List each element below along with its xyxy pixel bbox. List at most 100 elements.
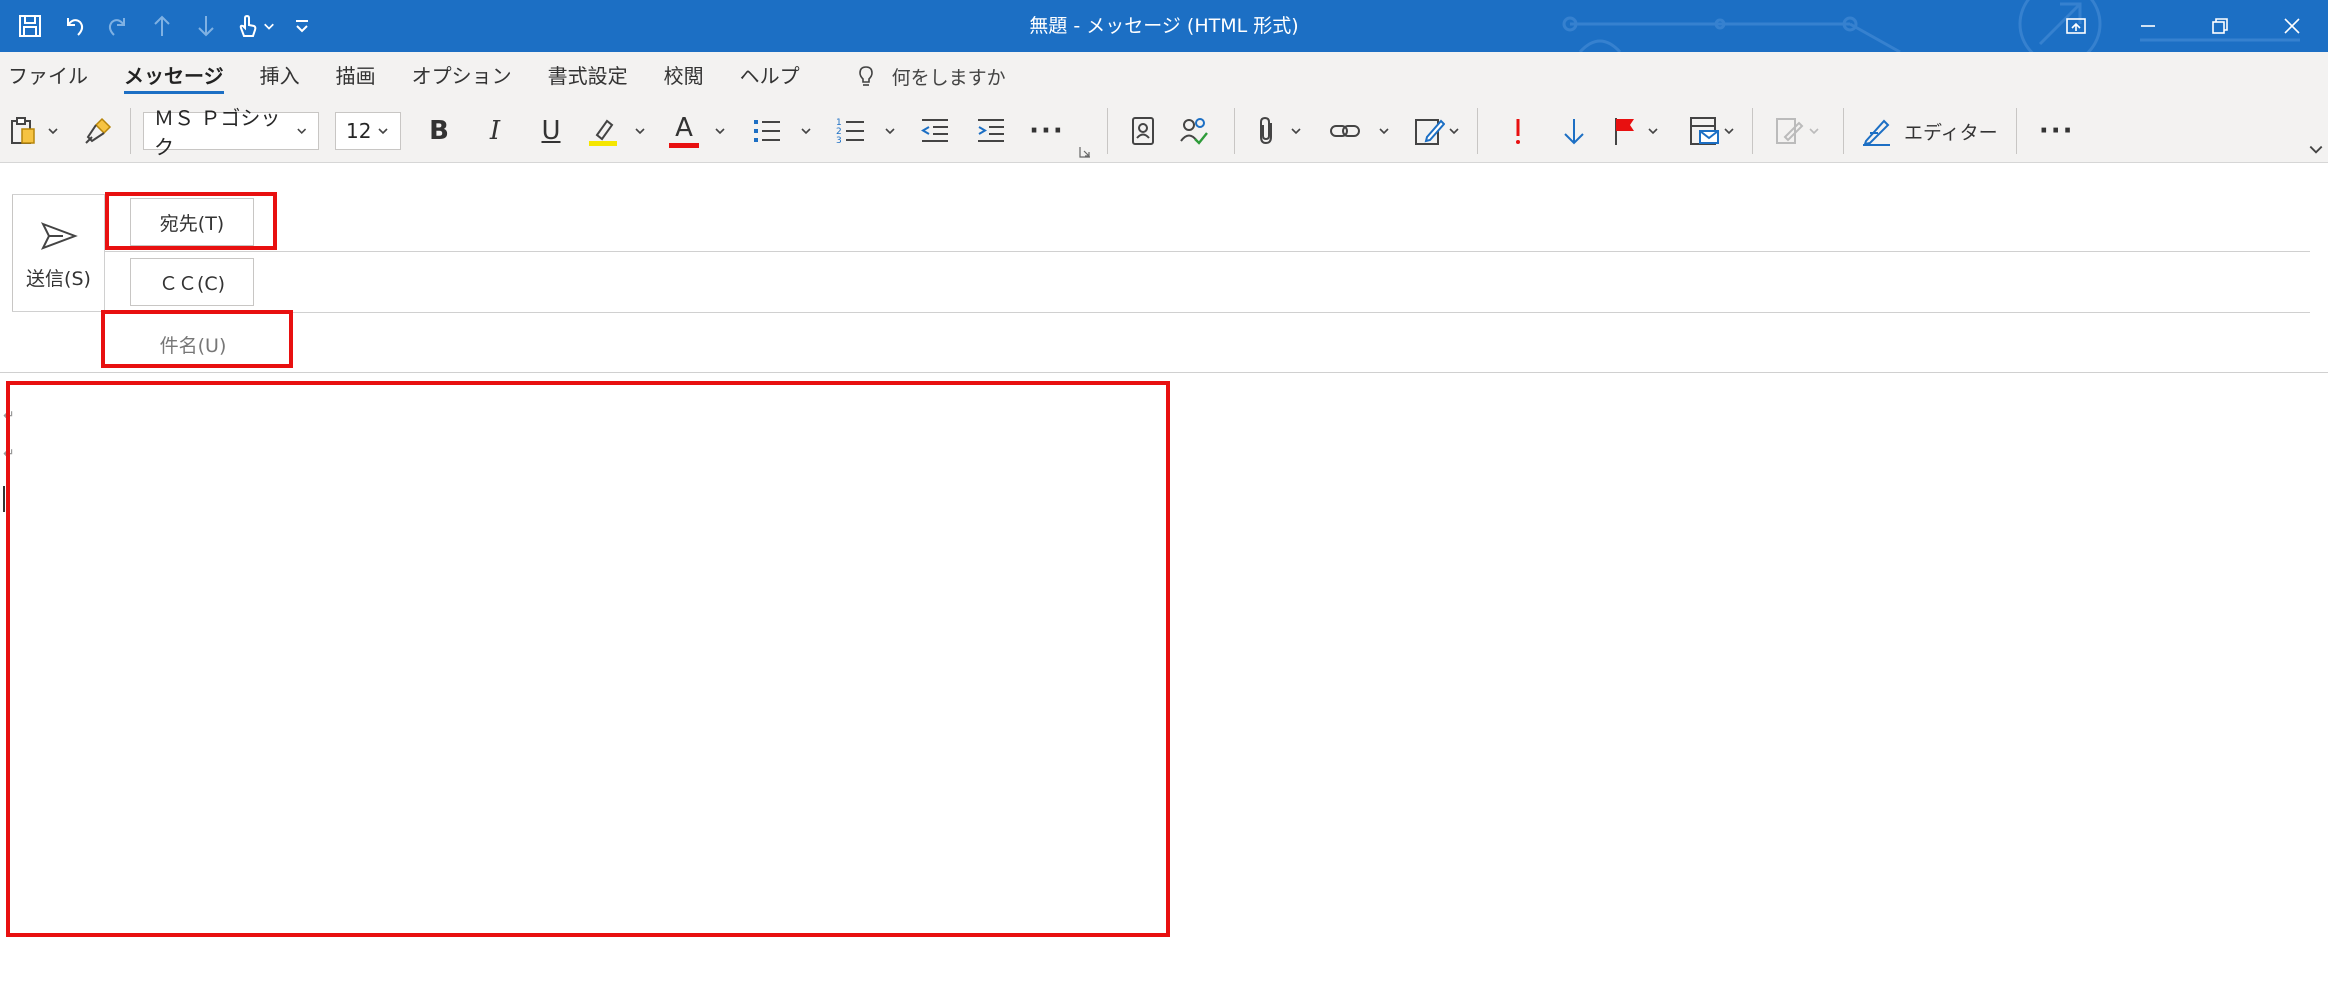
link-icon — [1330, 125, 1360, 137]
check-names-icon — [1180, 118, 1208, 145]
editor-pen-icon — [1863, 119, 1890, 146]
bold-button[interactable]: B — [411, 108, 467, 154]
tab-draw[interactable]: 描画 — [318, 52, 394, 100]
font-size-value: 12 — [346, 119, 372, 143]
font-color-button[interactable]: A — [669, 108, 727, 154]
numbered-list-icon: 123 — [836, 118, 864, 146]
highlighter-icon — [589, 119, 617, 146]
chevron-down-icon — [635, 128, 645, 135]
chevron-down-icon — [1379, 128, 1389, 135]
bold-label: B — [429, 116, 449, 146]
sensitivity-button[interactable] — [1773, 108, 1821, 154]
more-commands-button[interactable]: ··· — [2029, 108, 2085, 154]
minimize-icon[interactable] — [2112, 0, 2184, 52]
tab-message[interactable]: メッセージ — [106, 52, 242, 100]
ribbon-separator — [1477, 108, 1478, 154]
increase-indent-icon — [978, 119, 1004, 142]
tab-file[interactable]: ファイル — [0, 52, 106, 100]
font-size-dropdown[interactable]: 12 — [335, 112, 401, 150]
previous-item-icon[interactable] — [140, 0, 184, 52]
customize-qat-icon[interactable] — [280, 0, 324, 52]
ribbon-separator — [1843, 108, 1844, 154]
low-importance-button[interactable] — [1546, 108, 1602, 154]
font-color-swatch — [669, 142, 699, 148]
subject-highlight-box — [101, 310, 293, 368]
cc-button[interactable]: ＣＣ(C) — [130, 258, 254, 306]
to-highlight-box — [105, 192, 277, 250]
collapse-ribbon-icon[interactable] — [2308, 140, 2324, 160]
check-names-button[interactable] — [1166, 108, 1222, 154]
tab-format-text[interactable]: 書式設定 — [530, 52, 646, 100]
highlight-button[interactable] — [587, 108, 647, 154]
chevron-down-icon — [1291, 128, 1301, 135]
next-item-icon[interactable] — [184, 0, 228, 52]
sensitivity-icon — [1776, 118, 1804, 144]
link-button[interactable] — [1329, 108, 1391, 154]
template-icon — [1690, 117, 1719, 145]
send-label: 送信(S) — [26, 267, 91, 290]
bullet-list-icon — [754, 120, 780, 142]
bullets-button[interactable] — [751, 108, 813, 154]
chevron-down-icon — [48, 128, 58, 135]
send-button[interactable]: 送信(S) — [12, 194, 104, 312]
touch-mode-icon[interactable] — [228, 0, 280, 52]
ribbon-separator — [130, 108, 131, 154]
undo-icon[interactable] — [52, 0, 96, 52]
font-name-dropdown[interactable]: ＭＳ Ｐゴシック — [143, 106, 319, 159]
high-importance-button[interactable] — [1490, 108, 1546, 154]
address-book-icon — [1132, 117, 1154, 145]
more-formatting-label: ··· — [1029, 116, 1065, 146]
tell-me-search[interactable]: 何をしますか — [854, 63, 1006, 90]
chevron-down-icon — [378, 128, 388, 135]
font-name-value: ＭＳ Ｐゴシック — [154, 106, 281, 159]
chevron-down-icon — [885, 128, 895, 135]
ribbon-separator — [1752, 108, 1753, 154]
chevron-down-icon — [1724, 128, 1734, 135]
font-color-letter: A — [675, 112, 693, 143]
italic-label: I — [489, 116, 501, 146]
svg-text:3: 3 — [836, 136, 842, 146]
subject-row-divider — [0, 372, 2328, 373]
signature-icon — [1415, 119, 1445, 145]
italic-button[interactable]: I — [467, 108, 523, 154]
tab-options[interactable]: オプション — [394, 52, 530, 100]
attach-file-button[interactable] — [1251, 108, 1303, 154]
decrease-indent-button[interactable] — [907, 108, 963, 154]
ribbon-separator — [1107, 108, 1108, 154]
redo-icon[interactable] — [96, 0, 140, 52]
save-icon[interactable] — [8, 0, 52, 52]
restore-icon[interactable] — [2184, 0, 2256, 52]
subject-input[interactable] — [300, 316, 2310, 370]
ribbon-separator — [1234, 108, 1235, 154]
follow-up-button[interactable] — [1610, 108, 1660, 154]
tab-insert[interactable]: 挿入 — [242, 52, 318, 100]
numbering-button[interactable]: 123 — [835, 108, 897, 154]
signature-button[interactable] — [1413, 108, 1461, 154]
editor-button[interactable]: エディター — [1860, 108, 1998, 154]
tab-review[interactable]: 校閲 — [646, 52, 722, 100]
chevron-down-icon — [296, 128, 306, 135]
ribbon-separator — [2015, 108, 2017, 154]
underline-button[interactable]: U — [523, 108, 579, 154]
lightbulb-icon — [858, 66, 873, 86]
underline-label: U — [541, 116, 561, 146]
ribbon-display-options-icon[interactable] — [2040, 0, 2112, 52]
templates-button[interactable] — [1688, 108, 1736, 154]
more-formatting-button[interactable]: ··· — [1019, 108, 1075, 154]
paste-button[interactable] — [8, 108, 60, 154]
body-highlight-box — [6, 381, 1170, 937]
tab-help[interactable]: ヘルプ — [722, 52, 818, 100]
quick-access-toolbar — [0, 0, 324, 52]
ribbon-tabs: ファイル メッセージ 挿入 描画 オプション 書式設定 校閲 ヘルプ 何をします… — [0, 52, 2328, 100]
format-painter-icon — [85, 117, 112, 144]
address-book-button[interactable] — [1120, 108, 1166, 154]
dialog-launcher-icon[interactable] — [1075, 142, 1095, 162]
title-bar: 無題 - メッセージ (HTML 形式) — [0, 0, 2328, 52]
decrease-indent-icon — [921, 119, 948, 142]
format-painter-button[interactable] — [82, 108, 114, 154]
paperclip-icon — [1260, 116, 1272, 145]
chevron-down-icon — [1449, 128, 1459, 135]
close-icon[interactable] — [2256, 0, 2328, 52]
increase-indent-button[interactable] — [963, 108, 1019, 154]
tell-me-label: 何をしますか — [891, 66, 1006, 89]
